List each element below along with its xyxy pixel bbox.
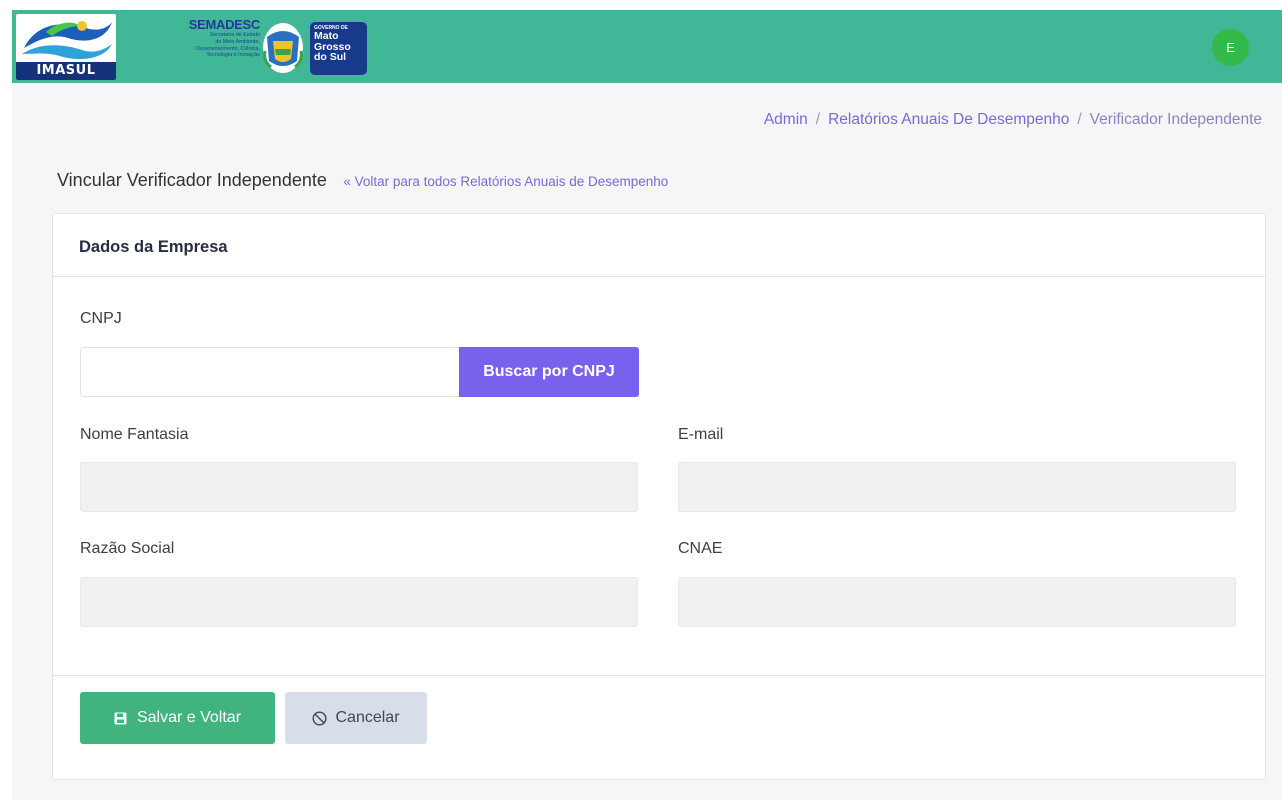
breadcrumb-relatorios[interactable]: Relatórios Anuais De Desempenho — [828, 111, 1069, 128]
imasul-logo[interactable]: IMASUL — [16, 14, 116, 80]
cnae-label: CNAE — [678, 540, 723, 557]
breadcrumb: Admin / Relatórios Anuais De Desempenho / Ve… — [764, 111, 1262, 129]
cancel-button[interactable]: Cancelar — [285, 692, 427, 744]
breadcrumb-separator: / — [1077, 111, 1082, 128]
imasul-wave-icon — [22, 21, 112, 60]
search-by-cnpj-button[interactable]: Buscar por CNPJ — [459, 347, 639, 397]
ban-icon — [312, 710, 327, 726]
state-crest-icon — [263, 23, 303, 73]
nome-fantasia-label: Nome Fantasia — [80, 426, 189, 443]
gov-ms-badge: GOVERNO DE Mato Grosso do Sul — [310, 22, 367, 75]
page-title: Vincular Verificador Independente — [57, 170, 327, 190]
floppy-disk-icon — [114, 712, 127, 724]
cnae-field[interactable] — [678, 577, 1236, 627]
back-link-label: Voltar para todos Relatórios Anuais de D… — [354, 174, 669, 189]
card-header: Dados da Empresa — [53, 214, 1265, 277]
back-to-reports-link[interactable]: « Voltar para todos Relatórios Anuais de… — [343, 174, 668, 189]
email-field[interactable] — [678, 462, 1236, 512]
user-avatar[interactable]: E — [1212, 29, 1249, 66]
cancel-button-label: Cancelar — [335, 709, 400, 726]
page-title-row: Vincular Verificador Independente « Volt… — [57, 170, 668, 191]
app-frame: IMASUL SEMADESC Secretaria de Estado do … — [12, 10, 1282, 800]
semadesc-title: SEMADESC — [188, 17, 261, 32]
save-button-label: Salvar e Voltar — [136, 709, 242, 726]
cnpj-label: CNPJ — [80, 310, 122, 327]
breadcrumb-separator: / — [815, 111, 821, 128]
razao-social-field[interactable] — [80, 577, 638, 627]
save-and-return-button[interactable]: Salvar e Voltar — [80, 692, 275, 744]
card-title: Dados da Empresa — [79, 238, 228, 256]
company-data-card: Dados da Empresa CNPJ Buscar por CNPJ No… — [52, 213, 1266, 780]
top-header: IMASUL SEMADESC Secretaria de Estado do … — [12, 10, 1282, 83]
imasul-logo-text: IMASUL — [16, 62, 116, 80]
semadesc-line: Tecnologia e Inovação — [206, 52, 260, 59]
breadcrumb-admin[interactable]: Admin — [764, 111, 808, 128]
cnpj-input[interactable] — [80, 347, 460, 397]
breadcrumb-current: Verificador Independente — [1089, 111, 1262, 128]
semadesc-line: do Meio Ambiente, — [215, 38, 260, 45]
double-chevron-left-icon: « — [343, 174, 351, 189]
nome-fantasia-field[interactable] — [80, 462, 638, 512]
card-footer: Salvar e Voltar Cancelar — [53, 675, 1265, 780]
gov-line: do Sul — [314, 51, 347, 63]
razao-social-label: Razão Social — [80, 540, 175, 557]
semadesc-line: Desenvolvimento, Ciência, — [196, 45, 260, 52]
semadesc-logo: SEMADESC Secretaria de Estado do Meio Am… — [162, 17, 261, 59]
gov-line: Mato — [314, 30, 339, 42]
email-label: E-mail — [678, 426, 724, 443]
semadesc-line: Secretaria de Estado — [209, 32, 260, 38]
